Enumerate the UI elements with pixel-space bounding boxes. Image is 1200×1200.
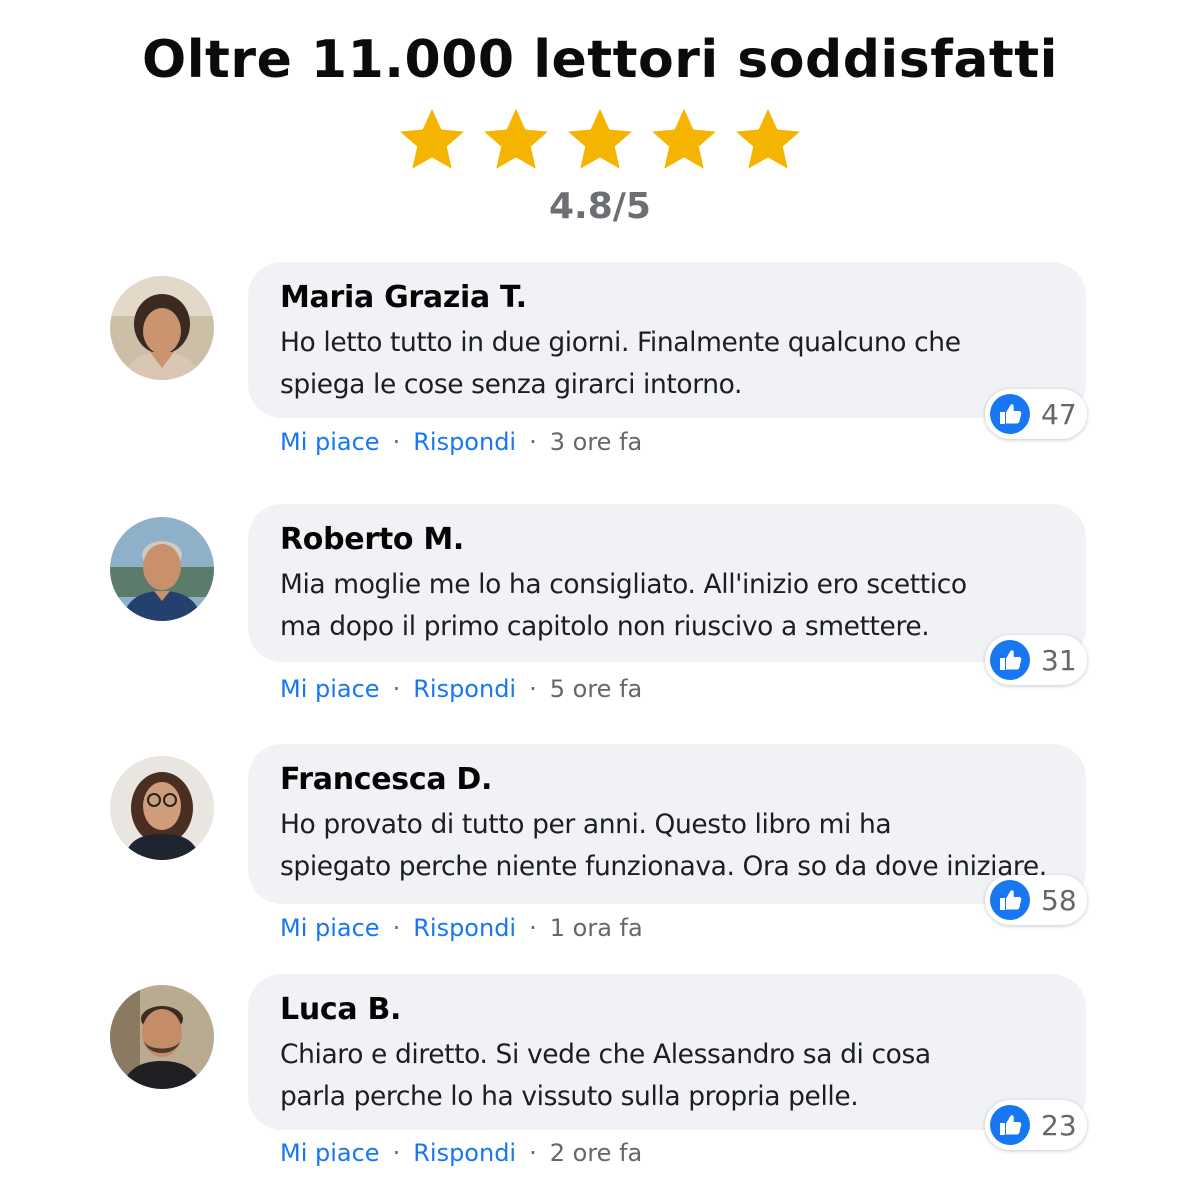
reply-link[interactable]: Rispondi — [413, 428, 516, 456]
comment-bubble: Francesca D. Ho provato di tutto per ann… — [248, 744, 1086, 904]
like-link[interactable]: Mi piace — [280, 428, 380, 456]
star-icon — [568, 108, 632, 169]
reaction-count[interactable]: 58 — [985, 875, 1087, 925]
avatar[interactable] — [110, 985, 214, 1089]
like-count: 23 — [1041, 1108, 1077, 1142]
reviews-page: Oltre 11.000 lettori soddisfatti 4.8/5 M… — [0, 0, 1200, 1200]
comment-time[interactable]: 5 ore fa — [550, 675, 642, 703]
comment-actions: Mi piace · Rispondi · 2 ore fa — [280, 1139, 642, 1167]
separator: · — [529, 914, 537, 942]
comment-text: Mia moglie me lo ha consigliato. All'ini… — [280, 569, 967, 642]
thumbs-up-icon — [990, 640, 1030, 680]
avatar-photo — [110, 517, 214, 621]
reaction-count[interactable]: 47 — [985, 389, 1087, 439]
star-icon — [400, 108, 464, 169]
star-icon — [652, 108, 716, 169]
comment-text: Ho letto tutto in due giorni. Finalmente… — [280, 327, 961, 400]
comment-time[interactable]: 2 ore fa — [550, 1139, 642, 1167]
comment-bubble: Maria Grazia T. Ho letto tutto in due gi… — [248, 262, 1086, 418]
avatar-photo — [110, 276, 214, 380]
thumbs-up-icon — [990, 394, 1030, 434]
comment-time[interactable]: 3 ore fa — [550, 428, 642, 456]
reply-link[interactable]: Rispondi — [413, 675, 516, 703]
avatar[interactable] — [110, 276, 214, 380]
star-rating — [0, 104, 1200, 176]
like-link[interactable]: Mi piace — [280, 1139, 380, 1167]
like-link[interactable]: Mi piace — [280, 675, 380, 703]
like-count: 31 — [1041, 643, 1077, 677]
thumbs-up-icon — [990, 1105, 1030, 1145]
comment-text: Ho provato di tutto per anni. Questo lib… — [280, 809, 1047, 882]
like-link[interactable]: Mi piace — [280, 914, 380, 942]
avatar[interactable] — [110, 756, 214, 860]
separator: · — [529, 428, 537, 456]
star-icon — [484, 108, 548, 169]
comment-text: Chiaro e diretto. Si vede che Alessandro… — [280, 1039, 931, 1112]
reply-link[interactable]: Rispondi — [413, 914, 516, 942]
comment-bubble: Roberto M. Mia moglie me lo ha consiglia… — [248, 504, 1086, 662]
comment-author[interactable]: Roberto M. — [280, 520, 1056, 560]
separator: · — [392, 675, 401, 703]
separator: · — [529, 675, 537, 703]
comment-actions: Mi piace · Rispondi · 5 ore fa — [280, 675, 642, 703]
page-title: Oltre 11.000 lettori soddisfatti — [142, 30, 1058, 90]
comment-bubble: Luca B. Chiaro e diretto. Si vede che Al… — [248, 974, 1086, 1130]
like-count: 47 — [1041, 397, 1077, 431]
comment-author[interactable]: Luca B. — [280, 990, 1056, 1030]
comment-author[interactable]: Maria Grazia T. — [280, 278, 1056, 318]
reaction-count[interactable]: 31 — [985, 635, 1087, 685]
avatar-photo — [110, 756, 214, 860]
thumbs-up-icon — [990, 880, 1030, 920]
separator: · — [392, 428, 401, 456]
comment-actions: Mi piace · Rispondi · 1 ora fa — [280, 914, 643, 942]
reply-link[interactable]: Rispondi — [413, 1139, 516, 1167]
separator: · — [392, 1139, 401, 1167]
comment-time[interactable]: 1 ora fa — [550, 914, 643, 942]
like-count: 58 — [1041, 883, 1077, 917]
rating-score: 4.8/5 — [549, 186, 651, 227]
avatar-photo — [110, 985, 214, 1089]
comment-author[interactable]: Francesca D. — [280, 760, 1056, 800]
reaction-count[interactable]: 23 — [985, 1100, 1087, 1150]
separator: · — [392, 914, 401, 942]
star-icon — [736, 108, 800, 169]
separator: · — [529, 1139, 537, 1167]
comment-actions: Mi piace · Rispondi · 3 ore fa — [280, 428, 642, 456]
avatar[interactable] — [110, 517, 214, 621]
